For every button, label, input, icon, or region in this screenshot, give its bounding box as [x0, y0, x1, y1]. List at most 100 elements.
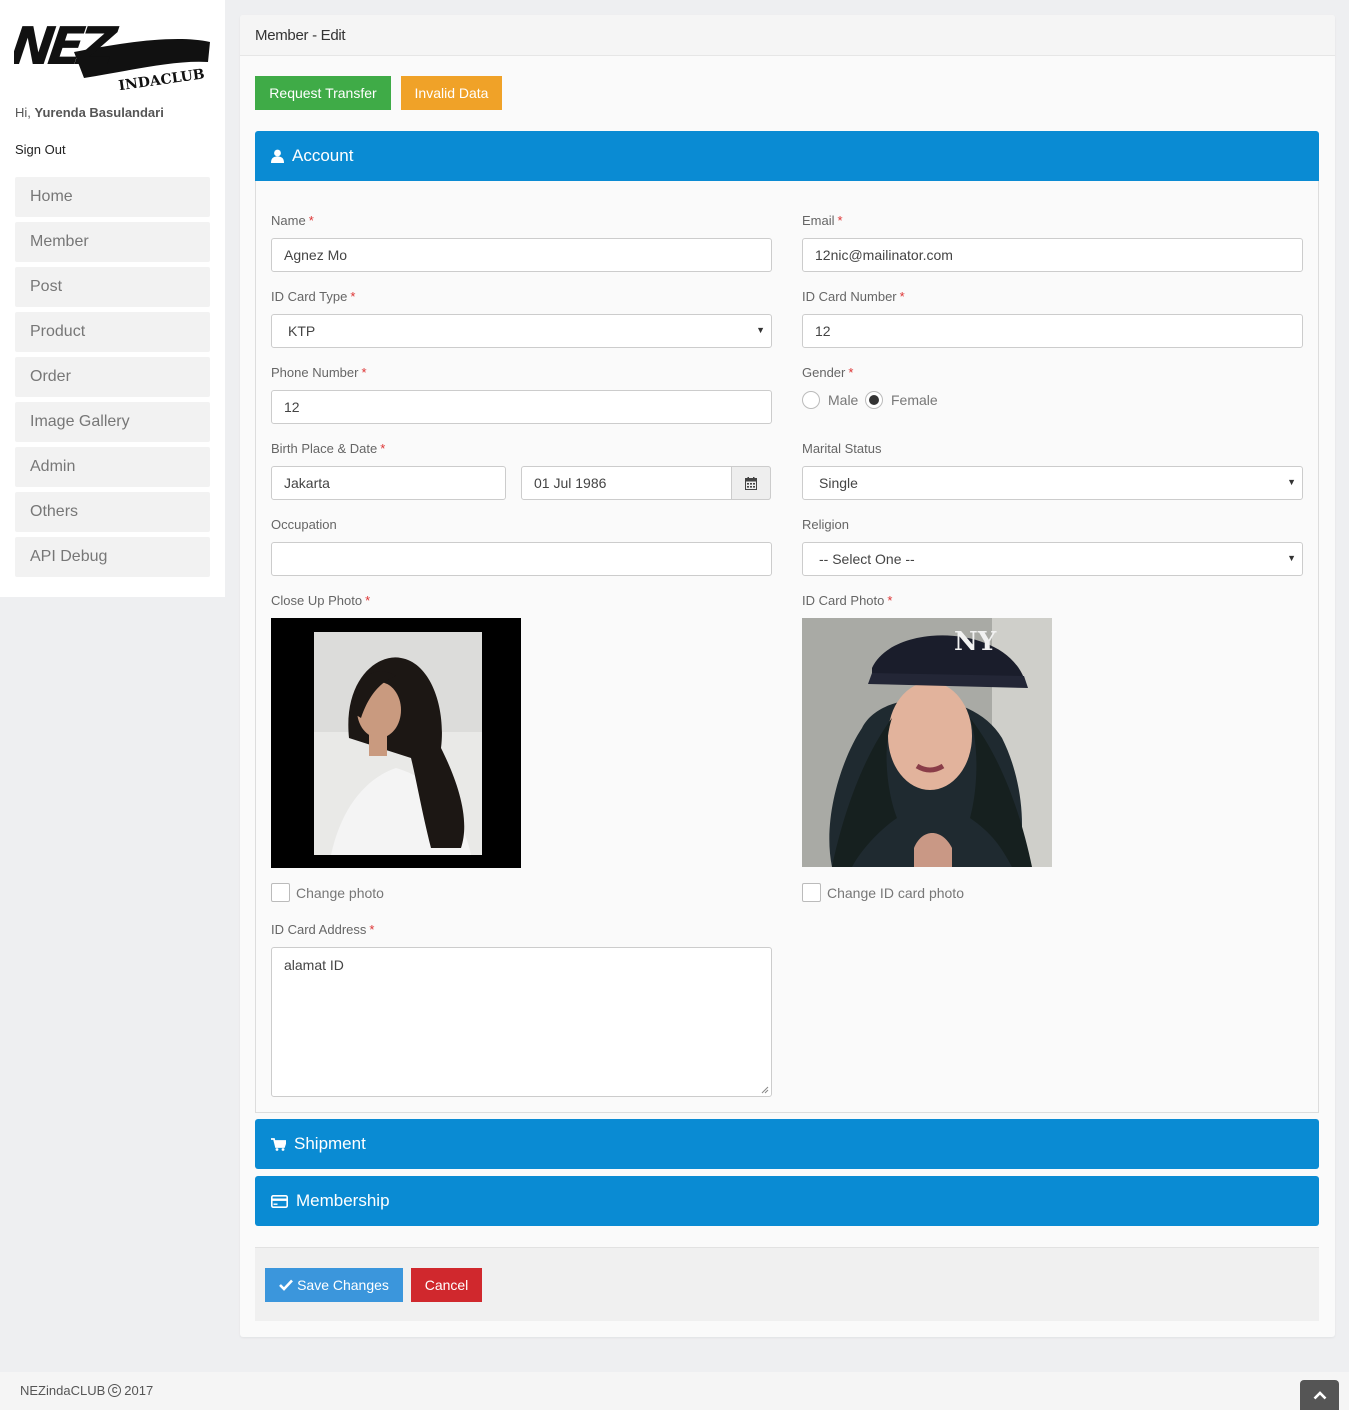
sidebar-item-admin[interactable]: Admin — [15, 447, 210, 487]
gender-radio-male[interactable]: Male — [802, 391, 858, 409]
sidebar-nav: Home Member Post Product Order Image Gal… — [15, 177, 210, 582]
id-card-number-label: ID Card Number * — [802, 289, 905, 304]
svg-text:NY: NY — [954, 627, 997, 657]
credit-card-icon — [271, 1194, 288, 1208]
sidebar-item-others[interactable]: Others — [15, 492, 210, 532]
religion-select[interactable]: -- Select One -- ▼ — [802, 542, 1303, 576]
user-icon — [271, 149, 284, 163]
phone-number-label: Phone Number * — [271, 365, 367, 380]
required-mark: * — [365, 593, 371, 608]
account-panel-title: Account — [292, 146, 354, 165]
required-mark: * — [361, 365, 367, 380]
required-mark: * — [899, 289, 905, 304]
id-card-type-label-text: ID Card Type — [271, 289, 348, 304]
name-label-text: Name — [271, 213, 306, 228]
name-input[interactable]: Agnez Mo — [271, 238, 772, 272]
sidebar-item-post[interactable]: Post — [15, 267, 210, 307]
change-photo-label: Change photo — [296, 884, 384, 901]
phone-number-input[interactable]: 12 — [271, 390, 772, 424]
request-transfer-button[interactable]: Request Transfer — [255, 76, 391, 110]
marital-status-value: Single — [819, 475, 858, 491]
id-card-type-select[interactable]: KTP ▼ — [271, 314, 772, 348]
sidebar-item-api-debug[interactable]: API Debug — [15, 537, 210, 577]
cart-icon — [271, 1137, 286, 1151]
sidebar-item-image-gallery[interactable]: Image Gallery — [15, 402, 210, 442]
email-label: Email * — [802, 213, 843, 228]
gender-label: Gender * — [802, 365, 853, 380]
required-mark: * — [837, 213, 843, 228]
chevron-up-icon — [1313, 1390, 1326, 1399]
form-actions: Save Changes Cancel — [255, 1247, 1319, 1321]
id-card-number-input[interactable]: 12 — [802, 314, 1303, 348]
birth-label-text: Birth Place & Date — [271, 441, 378, 456]
change-photo-checkbox[interactable] — [271, 883, 290, 902]
required-mark: * — [350, 289, 356, 304]
account-panel-body: Name * Agnez Mo Email * 12nic@mailinator.c… — [255, 181, 1319, 1113]
religion-label: Religion — [802, 517, 849, 532]
name-label: Name * — [271, 213, 314, 228]
caret-down-icon: ▼ — [1287, 477, 1296, 487]
page-footer: NEZindaCLUB C 2017 — [0, 1372, 1349, 1410]
change-id-card-photo-checkbox[interactable] — [802, 883, 821, 902]
cancel-button[interactable]: Cancel — [411, 1268, 482, 1302]
change-id-card-photo-label: Change ID card photo — [827, 884, 964, 901]
birth-date-value: 01 Jul 1986 — [534, 475, 607, 491]
copyright-icon: C — [108, 1384, 122, 1397]
required-mark: * — [380, 441, 386, 456]
shipment-panel-title: Shipment — [294, 1134, 366, 1153]
id-card-address-label-text: ID Card Address — [271, 922, 367, 937]
id-card-address-value: alamat ID — [284, 957, 344, 973]
required-mark: * — [308, 213, 314, 228]
radio-male[interactable] — [802, 391, 820, 409]
change-id-card-photo-checkbox-row[interactable]: Change ID card photo — [802, 883, 964, 902]
close-up-photo — [271, 618, 521, 868]
caret-down-icon: ▼ — [1287, 553, 1296, 563]
id-card-type-value: KTP — [288, 323, 316, 339]
footer-year: 2017 — [124, 1383, 154, 1398]
email-input[interactable]: 12nic@mailinator.com — [802, 238, 1303, 272]
id-card-photo: NY — [802, 618, 1052, 867]
radio-female[interactable] — [865, 391, 883, 409]
calendar-icon[interactable] — [731, 466, 771, 500]
member-edit-card: Member - Edit Request Transfer Invalid D… — [240, 15, 1335, 1337]
gender-female-label: Female — [891, 392, 938, 408]
user-greeting: Hi, Yurenda Basulandari — [15, 105, 164, 120]
account-panel-header[interactable]: Account — [255, 131, 1319, 181]
gender-radio-female[interactable]: Female — [865, 391, 938, 409]
close-up-photo-label: Close Up Photo * — [271, 593, 370, 608]
resize-handle-icon[interactable] — [761, 1086, 769, 1094]
email-label-text: Email — [802, 213, 835, 228]
sidebar-item-order[interactable]: Order — [15, 357, 210, 397]
id-card-number-label-text: ID Card Number — [802, 289, 897, 304]
change-photo-checkbox-row[interactable]: Change photo — [271, 883, 384, 902]
required-mark: * — [887, 593, 893, 608]
id-card-address-label: ID Card Address * — [271, 922, 374, 937]
required-mark: * — [369, 922, 375, 937]
phone-number-label-text: Phone Number — [271, 365, 359, 380]
marital-status-label: Marital Status — [802, 441, 882, 456]
copyright: NEZindaCLUB C 2017 — [20, 1383, 153, 1398]
sign-out-link[interactable]: Sign Out — [15, 142, 66, 157]
birth-place-input[interactable]: Jakarta — [271, 466, 506, 500]
occupation-label: Occupation — [271, 517, 337, 532]
scroll-to-top-button[interactable] — [1300, 1380, 1339, 1410]
sidebar-item-home[interactable]: Home — [15, 177, 210, 217]
sidebar-item-member[interactable]: Member — [15, 222, 210, 262]
svg-text:NEZ: NEZ — [14, 17, 121, 77]
gender-label-text: Gender — [802, 365, 846, 380]
id-card-photo-label: ID Card Photo * — [802, 593, 892, 608]
membership-panel-title: Membership — [296, 1191, 390, 1210]
marital-status-select[interactable]: Single ▼ — [802, 466, 1303, 500]
brand-logo[interactable]: NEZ INDACLUB — [7, 12, 212, 94]
save-changes-button[interactable]: Save Changes — [265, 1268, 403, 1302]
close-up-photo-label-text: Close Up Photo — [271, 593, 363, 608]
occupation-input[interactable] — [271, 542, 772, 576]
gender-male-label: Male — [828, 392, 859, 408]
sidebar-item-product[interactable]: Product — [15, 312, 210, 352]
membership-panel-header[interactable]: Membership — [255, 1176, 1319, 1226]
svg-text:INDACLUB: INDACLUB — [118, 66, 206, 90]
birth-date-input[interactable]: 01 Jul 1986 — [521, 466, 771, 500]
shipment-panel-header[interactable]: Shipment — [255, 1119, 1319, 1169]
invalid-data-button[interactable]: Invalid Data — [401, 76, 502, 110]
id-card-address-textarea[interactable]: alamat ID — [271, 947, 772, 1097]
